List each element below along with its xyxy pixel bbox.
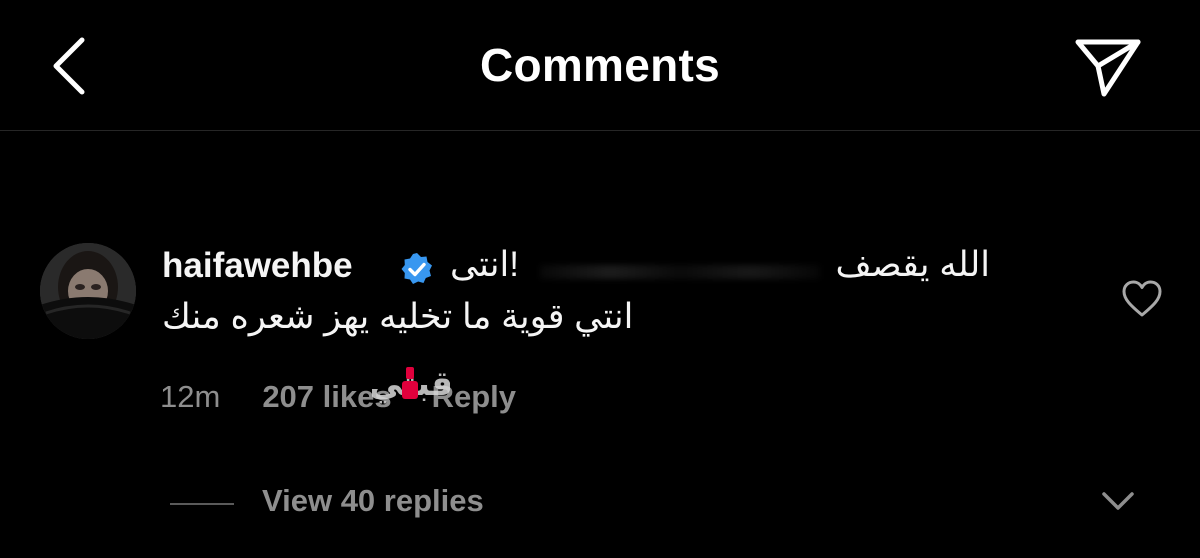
heart-outline-icon xyxy=(1122,280,1162,317)
page-title: Comments xyxy=(479,39,721,91)
comment-item: haifawehbe !انتى الله يقصف انتي قوية ما … xyxy=(0,131,1200,558)
comment-text-end: !انتى xyxy=(450,245,519,284)
comment-text-start: الله يقصف xyxy=(835,245,991,284)
replies-divider xyxy=(170,503,234,505)
avatar[interactable] xyxy=(40,243,136,339)
comment-timestamp: 12m xyxy=(160,379,221,414)
chevron-down-icon xyxy=(1102,492,1134,510)
verified-badge-icon xyxy=(401,253,432,284)
share-button[interactable] xyxy=(1066,32,1150,102)
paper-plane-icon xyxy=(1075,39,1141,97)
comments-header: Comments xyxy=(0,0,1200,131)
comment-username[interactable]: haifawehbe xyxy=(162,246,353,286)
watermark-logo: قبتي xyxy=(372,364,450,404)
like-button[interactable] xyxy=(1120,279,1164,319)
comment-text-line-2: انتي قوية ما تخليه يهز شعره منك xyxy=(162,297,634,336)
comment-meta: 12m 207 likes Reply xyxy=(160,379,516,415)
profile-photo xyxy=(40,243,136,339)
censored-text xyxy=(540,265,820,279)
expand-replies-button[interactable] xyxy=(1098,486,1138,516)
view-replies-button[interactable]: View 40 replies xyxy=(262,483,484,519)
